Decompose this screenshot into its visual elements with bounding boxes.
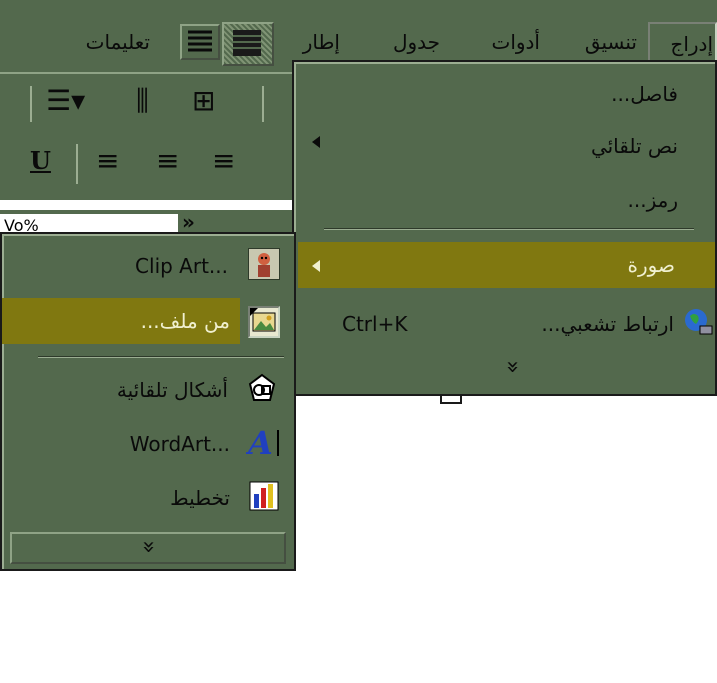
expand-chevron-icon[interactable]: »: [495, 347, 525, 387]
menu-item-autotext[interactable]: نص تلقائي: [298, 126, 678, 166]
table-icon[interactable]: ⊞: [192, 84, 232, 122]
picture-submenu: Clip Art... من ملف... أشكال تلقائية Word…: [0, 232, 296, 571]
from-file-icon: [248, 306, 280, 338]
toolbar-separator: [262, 86, 264, 122]
expand-bar[interactable]: »: [10, 532, 286, 564]
align-left-icon[interactable]: ≡: [96, 144, 136, 182]
outline-icon[interactable]: ☰▾: [46, 84, 106, 122]
submenu-arrow-icon: [312, 260, 320, 272]
menu-item-picture[interactable]: صورة: [298, 242, 715, 288]
menu-item-from-file[interactable]: من ملف...: [2, 298, 240, 344]
hyperlink-shortcut: Ctrl+K: [342, 312, 408, 336]
align-right-icon[interactable]: ≡: [212, 144, 252, 182]
svg-text:A: A: [246, 426, 273, 458]
submenu-arrow-icon: [312, 136, 320, 148]
wordart-icon: A: [245, 424, 279, 462]
menu-item-hyperlink[interactable]: ارتباط تشعبي...: [454, 304, 674, 344]
menu-item-break[interactable]: فاصل...: [298, 74, 678, 114]
toolbar-separator: [76, 144, 78, 184]
menu-item-chart[interactable]: تخطيط: [8, 476, 230, 520]
menu-separator: [38, 356, 284, 358]
align-icon[interactable]: [180, 24, 220, 60]
menu-table[interactable]: جدول: [360, 22, 440, 62]
menu-item-symbol[interactable]: رمز...: [298, 180, 678, 220]
hyperlink-globe-icon: [682, 306, 714, 338]
toolbar-row-1: ☰▾ ⫼ ⊞: [0, 72, 292, 132]
toolbar-row-2: U ≡ ≡ ≡: [0, 132, 292, 200]
menu-shadow-tab: [440, 396, 462, 404]
menu-help[interactable]: تعليمات: [52, 22, 150, 62]
columns-icon[interactable]: ⫼: [136, 84, 176, 122]
toolbar-separator: [30, 86, 32, 122]
menu-tools[interactable]: أدوات: [458, 22, 540, 62]
insert-menu: فاصل... نص تلقائي رمز... صورة Ctrl+K ارت…: [292, 60, 717, 396]
menu-insert[interactable]: إدراج: [648, 22, 717, 62]
underline-icon[interactable]: U: [30, 146, 54, 182]
menu-frame[interactable]: إطار: [284, 22, 340, 62]
align-center-icon[interactable]: ≡: [156, 144, 196, 182]
menu-item-autoshapes[interactable]: أشكال تلقائية: [8, 368, 228, 412]
menu-separator: [324, 228, 694, 230]
clipart-icon: [248, 248, 280, 280]
menu-item-clipart[interactable]: Clip Art...: [8, 244, 228, 288]
autoshapes-icon: [246, 372, 278, 404]
chart-icon: [248, 480, 280, 512]
menu-item-wordart[interactable]: WordArt...: [8, 422, 230, 466]
table-grid-icon[interactable]: [222, 22, 274, 66]
expand-chevron-icon: »: [136, 540, 161, 554]
menu-format[interactable]: تنسيق: [553, 22, 637, 62]
